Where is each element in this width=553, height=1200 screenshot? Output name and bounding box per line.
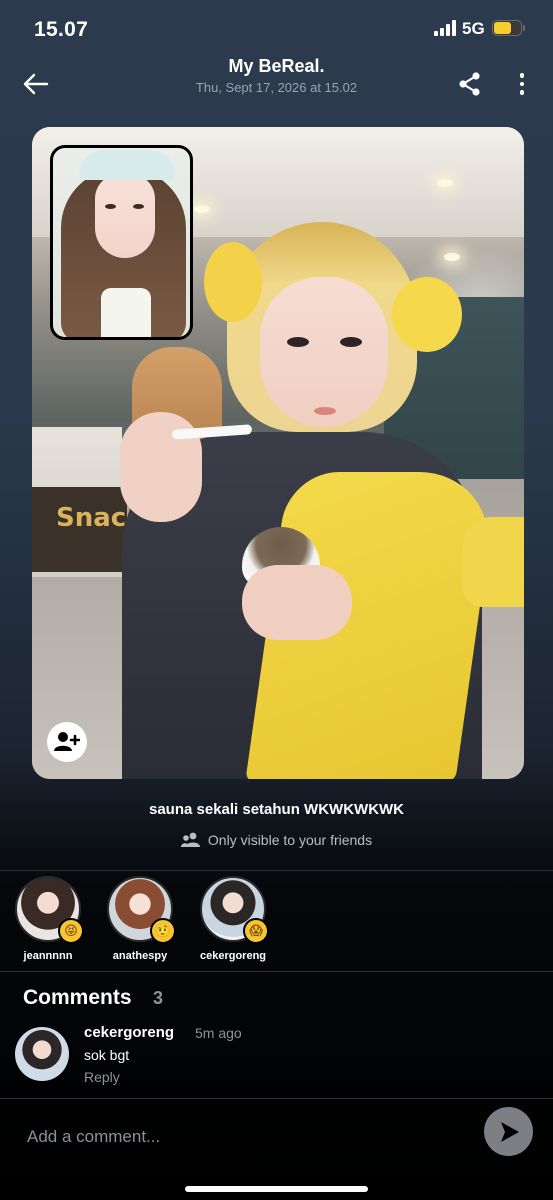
- comment-text: sok bgt: [84, 1047, 130, 1063]
- comment-username[interactable]: cekergoreng: [84, 1024, 174, 1041]
- front-camera-photo[interactable]: [50, 145, 193, 340]
- reaction-emoji: 😝: [58, 918, 84, 944]
- signal-icon: [434, 20, 458, 36]
- status-time: 15.07: [34, 18, 89, 41]
- reply-button[interactable]: Reply: [84, 1069, 120, 1085]
- comment-input[interactable]: [27, 1124, 467, 1150]
- add-friend-button[interactable]: [47, 722, 87, 762]
- comments-title: Comments: [23, 986, 132, 1009]
- reaction-emoji: 😱: [243, 918, 269, 944]
- battery-level: [494, 22, 511, 34]
- divider: [0, 971, 553, 972]
- reaction-username: jeannnnn: [23, 950, 73, 962]
- title-block: My BeReal. Thu, Sept 17, 2026 at 15.02: [130, 56, 423, 95]
- reaction-anathespy[interactable]: 🤨 anathespy: [100, 876, 180, 962]
- comments-count: 3: [153, 988, 164, 1008]
- visibility-info: Only visible to your friends: [0, 832, 553, 848]
- friends-icon: [180, 832, 200, 847]
- back-button[interactable]: [16, 64, 56, 104]
- header: My BeReal. Thu, Sept 17, 2026 at 15.02: [0, 50, 553, 120]
- post-caption: sauna sekali setahun WKWKWKWK: [148, 801, 405, 818]
- post-date: Thu, Sept 17, 2026 at 15.02: [195, 80, 358, 95]
- network-type: 5G: [462, 19, 485, 38]
- reaction-emoji: 🤨: [150, 918, 176, 944]
- send-icon: [500, 1121, 519, 1142]
- arrow-left-icon: [23, 73, 49, 95]
- battery-cap: [523, 25, 525, 31]
- divider: [0, 870, 553, 871]
- reaction-cekergoreng[interactable]: 😱 cekergoreng: [193, 876, 273, 962]
- share-button[interactable]: [452, 64, 488, 104]
- comment-time: 5m ago: [195, 1025, 242, 1041]
- add-user-icon: [54, 732, 80, 751]
- more-vertical-icon: [519, 73, 525, 78]
- share-icon: [459, 72, 480, 96]
- page-title: My BeReal.: [228, 56, 325, 76]
- reaction-jeannnnn[interactable]: 😝 jeannnnn: [8, 876, 88, 962]
- more-options-button[interactable]: [508, 64, 536, 104]
- snack-sign: Snac: [32, 487, 127, 572]
- divider: [0, 1098, 553, 1099]
- reaction-username: anathespy: [112, 950, 168, 962]
- reaction-username: cekergoreng: [199, 950, 267, 962]
- home-indicator[interactable]: [185, 1186, 368, 1192]
- battery-icon: [492, 20, 522, 36]
- visibility-text: Only visible to your friends: [207, 832, 373, 848]
- send-button[interactable]: [484, 1107, 533, 1156]
- comment-avatar[interactable]: [15, 1027, 69, 1081]
